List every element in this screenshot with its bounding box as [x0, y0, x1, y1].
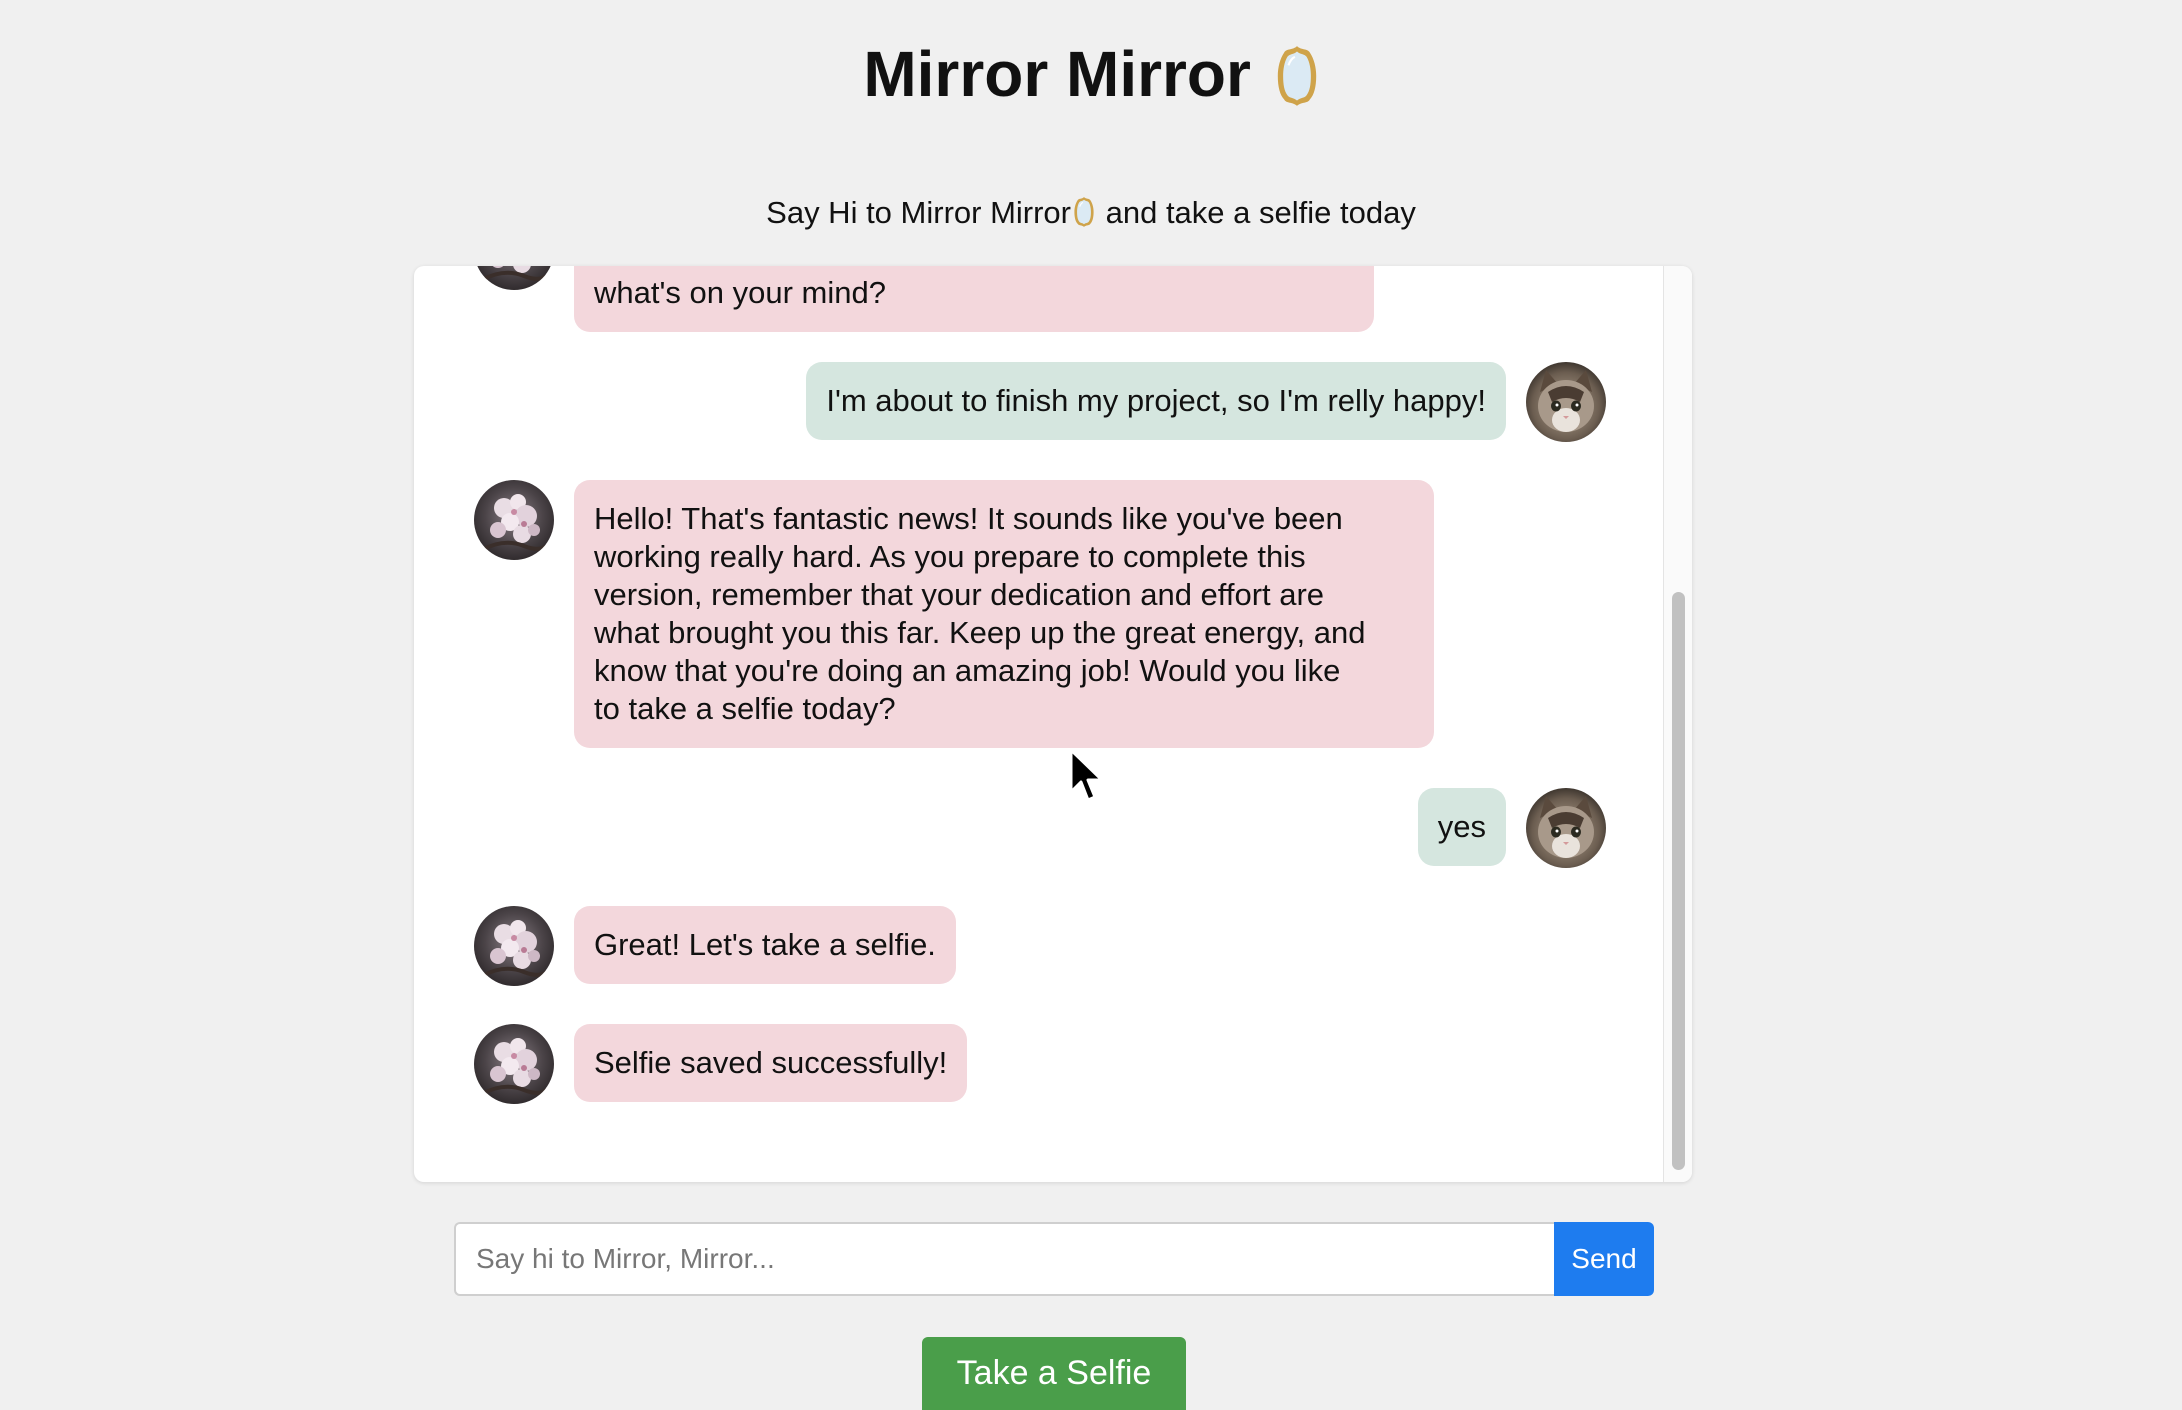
chat-scrollbar-thumb[interactable] [1672, 592, 1685, 1170]
message-input[interactable] [454, 1222, 1554, 1296]
cherry-blossom-avatar [474, 480, 554, 560]
cherry-blossom-avatar [474, 1024, 554, 1104]
send-button[interactable]: Send [1554, 1222, 1654, 1296]
bot-message: Selfie saved successfully! [474, 1024, 968, 1104]
app-title-text: Mirror Mirror [863, 38, 1251, 110]
message-text: Great! Let's take a selfie. [594, 927, 936, 962]
subtitle-text-start: Say Hi to Mirror Mirror [766, 195, 1071, 230]
bot-message: Hello! That's fantastic news! It sounds … [474, 480, 1434, 748]
bot-message-bubble: Hello! That's fantastic news! It sounds … [574, 480, 1434, 748]
user-message: yes [1417, 788, 1606, 868]
message-text: yes [1437, 809, 1486, 844]
bot-message: what's on your mind? [474, 266, 1374, 332]
subtitle: Say Hi to Mirror Mirror and take a selfi… [0, 192, 2182, 234]
message-composer: Send [454, 1222, 1654, 1296]
bot-message-bubble: Selfie saved successfully! [574, 1024, 968, 1102]
cherry-blossom-avatar [474, 266, 554, 290]
cat-avatar [1526, 362, 1606, 442]
bot-message-bubble: what's on your mind? [574, 266, 1374, 332]
message-text: Selfie saved successfully! [594, 1045, 948, 1080]
bot-message-bubble: Great! Let's take a selfie. [574, 906, 956, 984]
message-line: version, remember that your dedication a… [594, 577, 1325, 612]
mouse-pointer-icon [1069, 748, 1104, 802]
chat-messages[interactable]: what's on your mind? I'm about to finish… [414, 266, 1664, 1182]
message-line: Hello! That's fantastic news! It sounds … [594, 501, 1343, 536]
app-title: Mirror Mirror [0, 34, 2182, 114]
take-selfie-button[interactable]: Take a Selfie [922, 1337, 1186, 1410]
message-text: I'm about to finish my project, so I'm r… [826, 383, 1486, 418]
user-message: I'm about to finish my project, so I'm r… [806, 362, 1606, 442]
message-text: what's on your mind? [594, 275, 886, 310]
cherry-blossom-avatar [474, 906, 554, 986]
message-line: working really hard. As you prepare to c… [594, 539, 1306, 574]
message-line: to take a selfie today? [594, 691, 896, 726]
cat-avatar [1526, 788, 1606, 868]
user-message-bubble: yes [1417, 788, 1506, 866]
message-line: what brought you this far. Keep up the g… [594, 615, 1366, 650]
subtitle-text-end: and take a selfie today [1097, 195, 1416, 230]
chat-scrollbar[interactable] [1663, 266, 1692, 1182]
chat-window: what's on your mind? I'm about to finish… [414, 266, 1692, 1182]
user-message-bubble: I'm about to finish my project, so I'm r… [806, 362, 1506, 440]
mirror-icon [1275, 44, 1319, 108]
mirror-icon [1073, 196, 1095, 228]
message-line: know that you're doing an amazing job! W… [594, 653, 1341, 688]
bot-message: Great! Let's take a selfie. [474, 906, 956, 986]
